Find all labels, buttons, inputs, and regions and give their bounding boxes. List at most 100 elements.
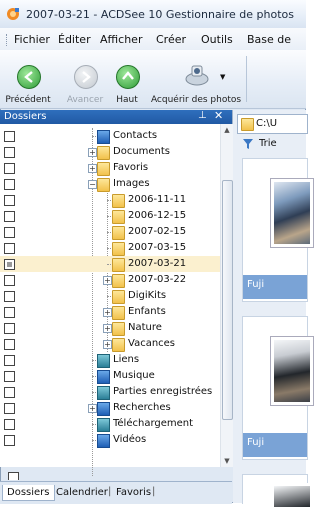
menu-afficher[interactable]: Afficher	[100, 33, 142, 46]
folder-tree-label: Images	[113, 178, 150, 189]
favorites-icon	[97, 162, 110, 176]
menu-fichier[interactable]: Fichier	[14, 33, 50, 46]
row-checkbox[interactable]	[4, 179, 15, 190]
tab-calendrier[interactable]: Calendrier	[52, 485, 112, 500]
folder-tree-row[interactable]: + Enfants	[0, 304, 220, 320]
menu-outils[interactable]: Outils	[201, 33, 233, 46]
folder-tree-row[interactable]: + Documents	[0, 144, 220, 160]
sort-bar[interactable]: Trie	[237, 136, 306, 152]
folder-icon	[112, 226, 125, 240]
tab-dossiers[interactable]: Dossiers	[2, 485, 55, 501]
folder-icon	[241, 118, 254, 131]
row-checkbox[interactable]	[4, 419, 15, 430]
folder-icon	[112, 210, 125, 224]
expand-icon[interactable]: +	[103, 324, 112, 333]
contacts-icon	[97, 130, 110, 144]
folder-tree-label: 2007-03-22	[128, 274, 187, 285]
row-checkbox[interactable]	[4, 211, 15, 222]
expand-icon[interactable]: +	[103, 340, 112, 349]
folder-tree-row[interactable]: + Recherches	[0, 400, 220, 416]
folder-tree-row[interactable]: 2006-12-15	[0, 208, 220, 224]
row-checkbox[interactable]	[4, 227, 15, 238]
up-button[interactable]: Haut	[110, 55, 144, 105]
menu-base-de-donnees[interactable]: Base de	[247, 33, 291, 46]
folder-tree-scrollbar[interactable]: ▲ ▼	[220, 124, 233, 467]
row-checkbox[interactable]	[4, 259, 15, 270]
row-checkbox[interactable]	[4, 163, 15, 174]
folder-icon	[112, 258, 125, 272]
row-checkbox[interactable]	[4, 307, 15, 318]
folder-tree-label: Musique	[113, 370, 155, 381]
tree-row-cut-off	[4, 470, 220, 480]
row-checkbox[interactable]	[4, 195, 15, 206]
expand-icon[interactable]: +	[88, 148, 97, 157]
folder-tree-row[interactable]: 2006-11-11	[0, 192, 220, 208]
folder-tree-row[interactable]: 2007-03-21	[0, 256, 220, 272]
folder-icon	[112, 274, 125, 288]
folder-tree-label: Parties enregistrées	[113, 386, 213, 397]
tab-separator: |	[152, 486, 156, 497]
thumbnail-card[interactable]: Fuji	[242, 316, 313, 460]
scroll-up-icon[interactable]: ▲	[221, 124, 233, 136]
thumbnail-card[interactable]	[242, 474, 313, 507]
collapse-icon[interactable]: −	[88, 180, 97, 189]
folder-tree-row[interactable]: DigiKits	[0, 288, 220, 304]
menu-editer[interactable]: Éditer	[58, 33, 91, 46]
path-text: C:\U	[256, 118, 278, 129]
folder-tree-row[interactable]: 2007-03-15	[0, 240, 220, 256]
row-checkbox[interactable]	[4, 387, 15, 398]
row-checkbox[interactable]	[4, 275, 15, 286]
folder-tree-row[interactable]: Liens	[0, 352, 220, 368]
scroll-thumb[interactable]	[222, 180, 233, 420]
folder-tree-row[interactable]: Parties enregistrées	[0, 384, 220, 400]
forward-label: Avancer	[66, 95, 104, 105]
row-checkbox[interactable]	[8, 472, 19, 480]
saved-games-icon	[97, 386, 110, 400]
row-checkbox[interactable]	[4, 243, 15, 254]
searches-icon	[97, 402, 110, 416]
path-bar[interactable]: C:\U	[237, 114, 308, 134]
folder-tree-row[interactable]: + Nature	[0, 320, 220, 336]
tab-favoris[interactable]: Favoris	[112, 485, 155, 500]
folder-tree-row[interactable]: + Favoris	[0, 160, 220, 176]
row-checkbox[interactable]	[4, 323, 15, 334]
acquire-dropdown-icon[interactable]: ▼	[220, 73, 225, 81]
folder-icon	[112, 194, 125, 208]
folder-tree-row[interactable]: + Vacances	[0, 336, 220, 352]
row-checkbox[interactable]	[4, 435, 15, 446]
title-bar: 2007-03-21 - ACDSee 10 Gestionnaire de p…	[0, 0, 306, 28]
folder-tree-row[interactable]: Musique	[0, 368, 220, 384]
expand-icon[interactable]: +	[88, 164, 97, 173]
expand-icon[interactable]: +	[103, 308, 112, 317]
menu-creer[interactable]: Créer	[156, 33, 186, 46]
folder-tree-label: Liens	[113, 354, 140, 365]
row-checkbox[interactable]	[4, 291, 15, 302]
row-checkbox[interactable]	[4, 131, 15, 142]
folder-tree-label: DigiKits	[128, 290, 167, 301]
scroll-down-icon[interactable]: ▼	[221, 455, 233, 467]
expand-icon[interactable]: +	[103, 276, 112, 285]
folder-tree-row[interactable]: − Images	[0, 176, 220, 192]
row-checkbox[interactable]	[4, 339, 15, 350]
row-checkbox[interactable]	[4, 147, 15, 158]
row-checkbox[interactable]	[4, 371, 15, 382]
toolbar: Précédent Avancer Haut ▼ Acquérir des ph…	[0, 50, 306, 109]
folder-tree-label: Enfants	[128, 306, 166, 317]
forward-button[interactable]: Avancer	[60, 55, 110, 105]
thumbnail-card[interactable]: Fuji	[242, 158, 313, 302]
acdsee-app-icon	[6, 7, 20, 21]
folder-tree-row[interactable]: Contacts	[0, 128, 220, 144]
folder-tree-row[interactable]: 2007-02-15	[0, 224, 220, 240]
folder-tree-row[interactable]: Téléchargement	[0, 416, 220, 432]
row-checkbox[interactable]	[4, 403, 15, 414]
folder-tree-row[interactable]: +2007-03-22	[0, 272, 220, 288]
row-checkbox[interactable]	[4, 355, 15, 366]
back-button[interactable]: Précédent	[2, 55, 54, 105]
folder-tree-label: Téléchargement	[113, 418, 194, 429]
expand-icon[interactable]: +	[88, 404, 97, 413]
folder-tree-row[interactable]: Vidéos	[0, 432, 220, 448]
pin-icon[interactable]: ⊥	[198, 110, 207, 121]
close-icon[interactable]: ✕	[214, 109, 223, 122]
acquire-photos-button[interactable]: ▼ Acquérir des photos	[150, 55, 242, 105]
documents-icon	[97, 146, 110, 160]
